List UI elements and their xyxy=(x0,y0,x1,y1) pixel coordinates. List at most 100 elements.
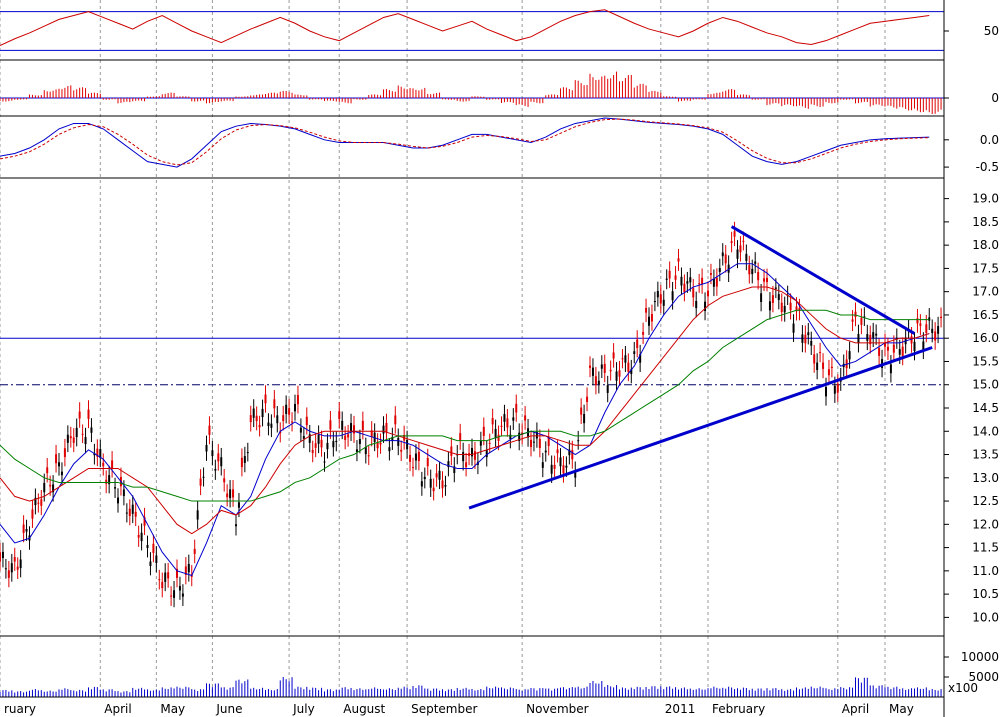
price-body xyxy=(128,508,131,516)
price-body xyxy=(414,453,417,461)
price-body xyxy=(733,231,736,237)
price-body xyxy=(350,423,353,432)
price-body xyxy=(488,442,491,444)
price-body xyxy=(659,294,662,304)
price-body xyxy=(594,376,597,386)
tick-label: 17.0 xyxy=(972,285,999,299)
price-body xyxy=(810,340,813,346)
price-body xyxy=(686,281,689,284)
price-body xyxy=(591,367,594,376)
price-body xyxy=(211,450,214,457)
price-body xyxy=(78,411,81,419)
price-body xyxy=(46,467,49,474)
price-body xyxy=(226,493,229,498)
price-body xyxy=(249,415,252,423)
price-body xyxy=(748,265,751,275)
price-body xyxy=(40,499,43,506)
price-body xyxy=(931,328,934,334)
price-body xyxy=(544,450,547,453)
price-body xyxy=(866,334,869,341)
month-label: May xyxy=(889,702,914,716)
price-body xyxy=(742,240,745,242)
price-body xyxy=(603,363,606,373)
month-label: February xyxy=(712,702,765,716)
price-body xyxy=(683,283,686,293)
price-body xyxy=(60,471,63,476)
price-body xyxy=(258,425,261,428)
price-body xyxy=(149,561,152,567)
price-body xyxy=(332,441,335,448)
price-body xyxy=(721,252,724,257)
price-body xyxy=(739,245,742,253)
price-body xyxy=(417,451,420,462)
price-body xyxy=(530,439,532,448)
price-body xyxy=(397,437,400,446)
price-body xyxy=(650,313,653,322)
stock-chart: 50 0 0.0 -0.5 19.0 18.5 18.0 17.5 17.0 16.5 16.0 15… xyxy=(0,0,1004,717)
price-body xyxy=(600,364,603,369)
price-body xyxy=(388,447,391,452)
price-body xyxy=(692,288,695,298)
price-body xyxy=(55,454,58,464)
month-label: November xyxy=(526,702,588,716)
tick-label: 5000 xyxy=(968,670,999,684)
price-body xyxy=(724,254,727,264)
tick-label: 15.0 xyxy=(972,378,999,392)
tick-label: 16.5 xyxy=(972,308,999,322)
price-body xyxy=(627,362,630,372)
price-body xyxy=(571,450,574,460)
price-body xyxy=(875,333,878,336)
price-body xyxy=(305,416,308,426)
price-body xyxy=(435,473,438,478)
price-body xyxy=(208,425,211,435)
price-body xyxy=(291,421,294,423)
price-body xyxy=(326,442,329,450)
price-body xyxy=(848,351,851,360)
price-body xyxy=(872,332,875,338)
price-body xyxy=(376,442,379,449)
price-body xyxy=(202,476,205,478)
price-body xyxy=(302,436,305,439)
price-body xyxy=(500,425,503,427)
tick-label: 14.5 xyxy=(972,401,999,415)
price-body xyxy=(830,366,833,369)
price-body xyxy=(589,365,591,368)
month-label: 2011 xyxy=(665,702,696,716)
price-body xyxy=(674,275,677,280)
price-body xyxy=(813,354,816,364)
price-body xyxy=(273,399,276,409)
tick-label: 17.5 xyxy=(972,261,999,275)
price-body xyxy=(4,568,7,570)
price-body xyxy=(102,462,105,467)
price-body xyxy=(323,461,326,463)
price-body xyxy=(633,351,636,354)
price-body xyxy=(367,455,370,457)
price-body xyxy=(181,593,184,597)
price-body xyxy=(335,440,338,443)
tick-label: 18.5 xyxy=(972,215,999,229)
price-body xyxy=(698,283,701,285)
price-body xyxy=(491,418,494,425)
price-body xyxy=(43,482,46,493)
price-body xyxy=(940,316,943,319)
price-body xyxy=(771,295,774,303)
price-body xyxy=(901,346,904,356)
price-body xyxy=(556,449,559,454)
price-body xyxy=(355,449,358,452)
price-body xyxy=(314,443,317,448)
price-body xyxy=(246,452,249,454)
price-body xyxy=(1,551,4,559)
price-body xyxy=(898,349,901,355)
month-label: May xyxy=(160,702,185,716)
price-body xyxy=(780,302,783,313)
tick-label: 10000 xyxy=(961,650,999,664)
price-body xyxy=(777,294,780,301)
price-body xyxy=(471,447,473,457)
tick-label: 16.0 xyxy=(972,331,999,345)
price-body xyxy=(919,323,922,326)
price-body xyxy=(329,420,332,430)
price-body xyxy=(444,485,447,487)
price-body xyxy=(757,271,760,281)
tick-label: 19.0 xyxy=(972,192,999,206)
tick-label: 10.0 xyxy=(972,610,999,624)
